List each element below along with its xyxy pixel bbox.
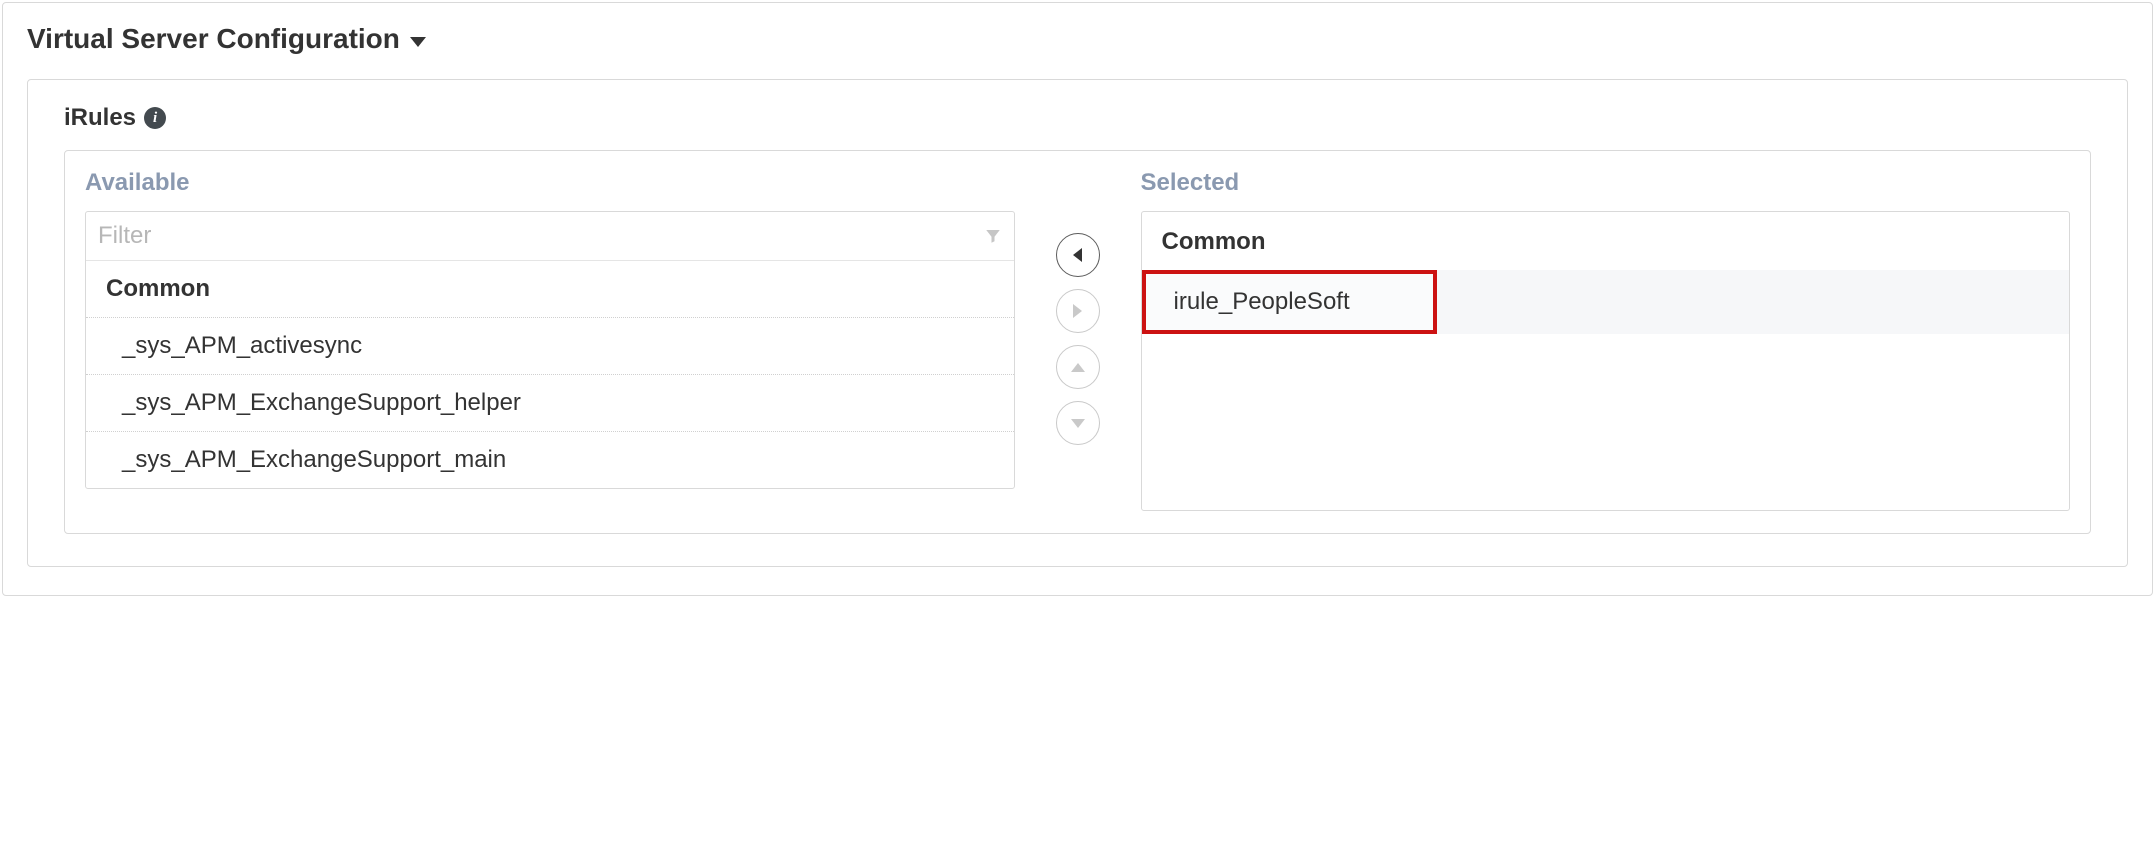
irules-field-label: iRules i (64, 104, 2091, 132)
selected-row-wrap: irule_PeopleSoft (1142, 270, 2070, 334)
available-group-header: Common (86, 261, 1014, 317)
filter-icon[interactable] (984, 227, 1002, 245)
virtual-server-config-panel: Virtual Server Configuration iRules i Av… (2, 2, 2153, 596)
arrow-down-icon (1071, 419, 1085, 428)
arrow-up-icon (1071, 363, 1085, 372)
irules-label-text: iRules (64, 104, 136, 132)
transfer-controls (1033, 169, 1123, 445)
selected-column: Selected Common irule_PeopleSoft (1141, 169, 2071, 511)
available-title: Available (85, 169, 1015, 197)
move-up-button[interactable] (1056, 345, 1100, 389)
selected-listbox: Common irule_PeopleSoft (1141, 211, 2071, 511)
info-icon[interactable]: i (144, 107, 166, 129)
filter-row (86, 212, 1014, 261)
irules-panel: iRules i Available Common _sys_APM_activ… (27, 79, 2128, 567)
caret-down-icon (410, 37, 426, 47)
move-right-button[interactable] (1056, 289, 1100, 333)
list-item[interactable]: _sys_APM_ExchangeSupport_helper (86, 374, 1014, 431)
move-left-button[interactable] (1056, 233, 1100, 277)
available-column: Available Common _sys_APM_activesync _sy… (85, 169, 1015, 489)
section-header-toggle[interactable]: Virtual Server Configuration (27, 23, 2128, 55)
filter-input[interactable] (98, 222, 984, 250)
list-item[interactable]: _sys_APM_activesync (86, 317, 1014, 374)
section-title: Virtual Server Configuration (27, 23, 400, 55)
selected-item-highlighted[interactable]: irule_PeopleSoft (1142, 270, 1437, 334)
dual-list-picker: Available Common _sys_APM_activesync _sy… (64, 150, 2091, 534)
arrow-left-icon (1073, 248, 1082, 262)
available-listbox: Common _sys_APM_activesync _sys_APM_Exch… (85, 211, 1015, 489)
move-down-button[interactable] (1056, 401, 1100, 445)
selected-title: Selected (1141, 169, 2071, 197)
arrow-right-icon (1073, 304, 1082, 318)
selected-group-header: Common (1142, 212, 2070, 270)
list-item[interactable]: _sys_APM_ExchangeSupport_main (86, 431, 1014, 488)
